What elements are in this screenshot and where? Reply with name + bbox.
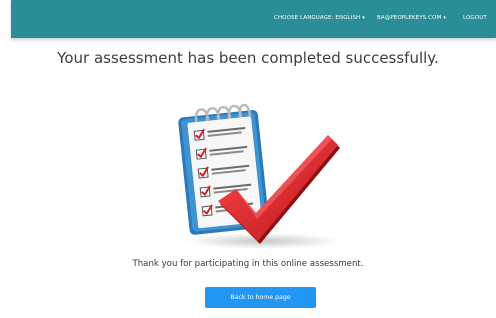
account-dropdown-label: BA@PEOPLEKEYS.COM bbox=[377, 15, 442, 21]
account-dropdown[interactable]: BA@PEOPLEKEYS.COM ▾ bbox=[377, 15, 446, 21]
top-navbar: CHOOSE LANGUAGE: ENGLISH ▾ BA@PEOPLEKEYS.… bbox=[11, 0, 496, 38]
language-dropdown-label: CHOOSE LANGUAGE: ENGLISH bbox=[274, 15, 361, 21]
caret-down-icon: ▾ bbox=[443, 15, 446, 21]
caret-down-icon: ▾ bbox=[362, 15, 365, 21]
page-title: Your assessment has been completed succe… bbox=[57, 49, 439, 67]
language-dropdown[interactable]: CHOOSE LANGUAGE: ENGLISH ▾ bbox=[274, 15, 365, 21]
logout-link[interactable]: LOGOUT bbox=[463, 15, 487, 21]
checklist-clipboard-checkmark-icon bbox=[178, 95, 344, 250]
back-to-home-button[interactable]: Back to home page bbox=[205, 287, 316, 308]
thank-you-message: Thank you for participating in this onli… bbox=[132, 259, 364, 269]
